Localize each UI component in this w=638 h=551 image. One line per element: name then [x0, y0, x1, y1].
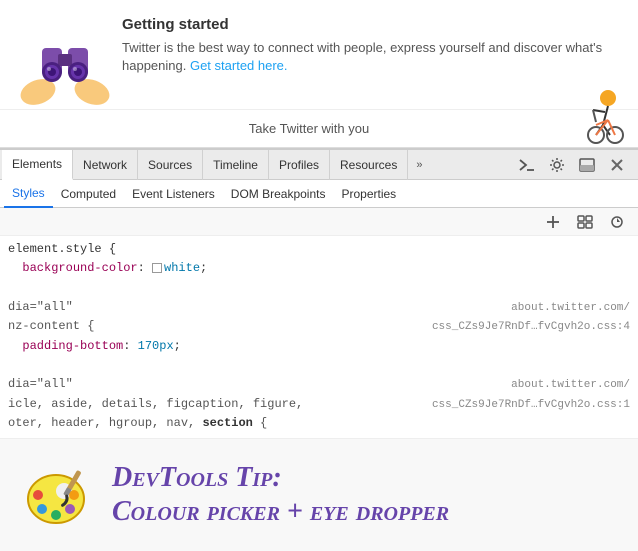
get-started-link[interactable]: Get started here.	[190, 58, 288, 73]
twitter-figure-illustration	[558, 80, 628, 145]
css-styles-panel: element.style { background-color: white;…	[0, 236, 638, 439]
terminal-icon-button[interactable]	[514, 152, 540, 178]
getting-started-content: Getting started Twitter is the best way …	[122, 16, 618, 75]
tab-elements[interactable]: Elements	[2, 150, 73, 180]
tip-palette-icon	[20, 459, 92, 531]
tip-text-container: DevTools Tip: Colour picker + eye droppe…	[112, 461, 449, 528]
subtab-computed[interactable]: Computed	[53, 180, 124, 208]
tab-network[interactable]: Network	[73, 150, 138, 180]
tab-sources[interactable]: Sources	[138, 150, 203, 180]
devtools-main-tabs: Elements Network Sources Timeline Profil…	[0, 150, 638, 180]
tab-more-button[interactable]: »	[408, 150, 430, 180]
css-line-5: nz-content { css_CZs9Je7RnDf…fvCgvh2o.cs…	[8, 317, 630, 337]
color-swatch-white[interactable]	[152, 263, 162, 273]
css-line-10: oter, header, hgroup, nav, section {	[8, 414, 630, 433]
binoculars-illustration	[20, 20, 110, 110]
inspect-toolbar	[0, 208, 638, 236]
toggle-classes-icon[interactable]	[572, 209, 598, 235]
subtab-styles[interactable]: Styles	[4, 180, 53, 208]
bottom-banner-text: Take Twitter with you	[249, 121, 369, 136]
getting-started-title: Getting started	[122, 16, 618, 33]
add-style-icon[interactable]	[540, 209, 566, 235]
twitter-bottom-banner: Take Twitter with you	[0, 109, 638, 147]
css-line-7	[8, 356, 630, 375]
css-line-8: dia="all" about.twitter.com/	[8, 375, 630, 395]
css-line-9: icle, aside, details, figcaption, figure…	[8, 395, 630, 415]
tab-resources[interactable]: Resources	[330, 150, 408, 180]
devtools-sub-tabs: Styles Computed Event Listeners DOM Brea…	[0, 180, 638, 208]
css-line-3	[8, 278, 630, 297]
css-line-6: padding-bottom: 170px;	[8, 337, 630, 356]
css-line-1: element.style {	[8, 240, 630, 259]
css-line-4: dia="all" about.twitter.com/	[8, 298, 630, 318]
devtools-toolbar-icons	[514, 152, 636, 178]
tab-profiles[interactable]: Profiles	[269, 150, 330, 180]
refresh-icon[interactable]	[604, 209, 630, 235]
subtab-properties[interactable]: Properties	[333, 180, 404, 208]
devtools-panel: Elements Network Sources Timeline Profil…	[0, 148, 638, 551]
tip-title: DevTools Tip: Colour picker + eye droppe…	[112, 461, 449, 528]
tab-timeline[interactable]: Timeline	[203, 150, 269, 180]
twitter-top-section: Getting started Twitter is the best way …	[0, 0, 638, 148]
css-line-2: background-color: white;	[8, 259, 630, 278]
subtab-event-listeners[interactable]: Event Listeners	[124, 180, 223, 208]
getting-started-description: Twitter is the best way to connect with …	[122, 39, 618, 75]
dock-icon-button[interactable]	[574, 152, 600, 178]
subtab-dom-breakpoints[interactable]: DOM Breakpoints	[223, 180, 334, 208]
close-devtools-button[interactable]	[604, 152, 630, 178]
settings-icon-button[interactable]	[544, 152, 570, 178]
